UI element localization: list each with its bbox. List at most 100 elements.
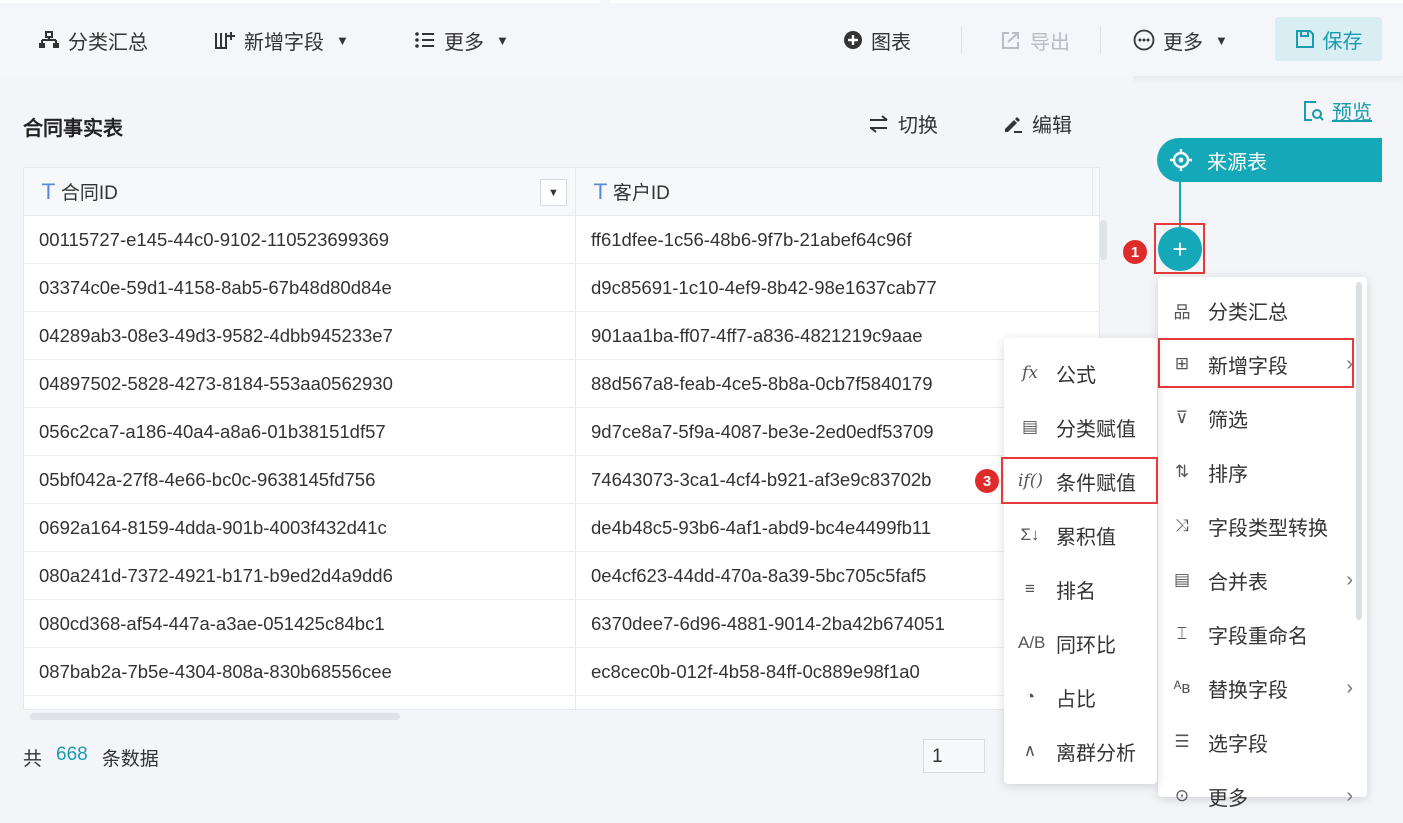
menu-item-merge[interactable]: ▤ 合并表 › [1158, 553, 1367, 607]
cell-customer-id: 74643073-3ca1-4cf4-b921-af3e9c83702b [591, 469, 932, 490]
table-row[interactable]: 080a241d-7372-4921-b171-b9ed2d4a9dd6 0e4c… [24, 552, 1099, 600]
edit-label: 编辑 [1032, 115, 1072, 137]
table-row[interactable]: 087bab2a-7b5e-4304-808a-830b68556cee ec8c… [24, 648, 1099, 696]
column-header-contract-id[interactable]: T 合同ID [42, 168, 118, 215]
menu-item-label: 替换字段 [1208, 679, 1288, 702]
export-button[interactable]: 导出 [1000, 26, 1070, 54]
table-row[interactable]: 04897502-5828-4273-8184-553aa0562930 88d5… [24, 360, 1099, 408]
chart-button[interactable]: 图表 [843, 26, 911, 54]
menu-item-cumulative[interactable]: Σ↓ 累积值 [1004, 508, 1157, 562]
table-horizontal-scrollbar[interactable] [30, 713, 400, 720]
add-field-button[interactable]: 新增字段 ▼ [214, 26, 349, 54]
table-row[interactable]: 00115727-e145-44c0-9102-110523699369 ff61… [24, 216, 1099, 264]
menu-item-label: 累积值 [1056, 526, 1116, 549]
chevron-right-icon: › [1346, 568, 1353, 591]
menu-item-label: 新增字段 [1208, 355, 1288, 378]
replace-icon: ᴬʙ [1173, 678, 1191, 697]
menu-item-select-field[interactable]: ☰ 选字段 [1158, 715, 1367, 769]
source-table-label: 来源表 [1207, 151, 1267, 174]
menu-item-label: 分类赋值 [1056, 418, 1136, 441]
menu-item-formula[interactable]: fx 公式 [1004, 346, 1157, 400]
cell-contract-id: 087bab2a-7b5e-4304-808a-830b68556cee [39, 661, 392, 682]
menu-item-add-field[interactable]: ⊞ 新增字段 › [1158, 337, 1367, 391]
group-summary-button[interactable]: 分类汇总 [38, 26, 148, 54]
cell-customer-id: 901aa1ba-ff07-4ff7-a836-4821219c9aae [591, 325, 923, 346]
table-row[interactable]: 080cd368-af54-447a-a3ae-051425c84bc1 6370… [24, 600, 1099, 648]
switch-button[interactable]: 切换 [868, 109, 938, 138]
cell-customer-id: 9d7ce8a7-5f9a-4087-be3e-2ed0edf53709 [591, 421, 934, 442]
plus-circle-icon [844, 31, 862, 49]
add-field-icon: ⊞ [1174, 354, 1190, 373]
proportion-icon: ◔ [1024, 687, 1036, 706]
menu-item-label: 分类汇总 [1208, 301, 1288, 324]
export-label: 导出 [1030, 31, 1070, 54]
column-dropdown-button[interactable]: ▼ [540, 179, 567, 206]
menu-item-more[interactable]: ⊙ 更多 › [1158, 769, 1367, 823]
menu-item-label: 合并表 [1208, 571, 1268, 594]
filter-icon: ⊽ [1175, 408, 1189, 427]
edit-button[interactable]: 编辑 [1002, 109, 1072, 138]
table-row[interactable]: 056c2ca7-a186-40a4-a8a6-01b38151df57 9d7c… [24, 408, 1099, 456]
add-field-label: 新增字段 [244, 31, 324, 54]
convert-icon: ⤨ [1175, 516, 1189, 535]
cell-contract-id: 00115727-e145-44c0-9102-110523699369 [39, 229, 390, 250]
table-row[interactable] [24, 696, 1099, 709]
more-right-label: 更多 [1163, 31, 1203, 54]
menu-item-convert[interactable]: ⤨ 字段类型转换 [1158, 499, 1367, 553]
merge-icon: ▤ [1173, 570, 1191, 589]
table-row[interactable]: 0692a164-8159-4dda-901b-4003f432d41c de4b… [24, 504, 1099, 552]
caret-down-icon: ▼ [548, 186, 559, 199]
edit-icon [1005, 116, 1022, 133]
list-icon [415, 32, 434, 48]
source-table-node[interactable]: 来源表 [1157, 138, 1382, 182]
cell-customer-id: d9c85691-1c10-4ef9-8b42-98e1637cab77 [591, 277, 937, 298]
switch-arrows-icon [870, 114, 888, 133]
preview-link[interactable]: 预览 [1302, 96, 1372, 125]
rename-icon: ⌶ [1176, 624, 1188, 643]
target-icon [1170, 149, 1192, 171]
export-icon [1002, 32, 1019, 49]
formula-icon: fx [1022, 363, 1038, 383]
menu-item-ratio[interactable]: A/B 同环比 [1004, 616, 1157, 670]
chevron-right-icon: › [1346, 352, 1353, 375]
more-menu-left[interactable]: 更多 ▼ [414, 26, 509, 54]
table-row[interactable]: 05bf042a-27f8-4e66-bc0c-9638145fd756 7464… [24, 456, 1099, 504]
text-type-icon: T [594, 179, 607, 204]
save-button[interactable]: 保存 [1275, 17, 1382, 61]
menu-item-label: 字段类型转换 [1208, 517, 1328, 540]
table-vertical-scrollbar[interactable] [1100, 220, 1107, 260]
page-number-input[interactable]: 1 [923, 739, 985, 773]
menu-item-condition-assign[interactable]: if() 条件赋值 [1004, 454, 1157, 508]
cell-contract-id: 05bf042a-27f8-4e66-bc0c-9638145fd756 [39, 469, 376, 490]
menu-item-outlier[interactable]: ∧ 离群分析 [1004, 724, 1157, 778]
table-row[interactable]: 03374c0e-59d1-4158-8ab5-67b48d80d84e d9c8… [24, 264, 1099, 312]
menu-item-category-assign[interactable]: ▤ 分类赋值 [1004, 400, 1157, 454]
column-header-customer-id[interactable]: T 客户ID [594, 168, 670, 215]
menu-item-rename[interactable]: ⌶ 字段重命名 [1158, 607, 1367, 661]
cell-contract-id: 056c2ca7-a186-40a4-a8a6-01b38151df57 [39, 421, 386, 442]
menu-item-proportion[interactable]: ◔ 占比 [1004, 670, 1157, 724]
menu-item-label: 同环比 [1056, 634, 1116, 657]
table-row[interactable]: 04289ab3-08e3-49d3-9582-4dbb945233e7 901a… [24, 312, 1099, 360]
menu-item-label: 字段重命名 [1208, 625, 1308, 648]
menu-item-replace[interactable]: ᴬʙ 替换字段 › [1158, 661, 1367, 715]
menu-scrollbar[interactable] [1356, 282, 1362, 620]
add-step-button[interactable]: + [1158, 227, 1202, 271]
menu-item-filter[interactable]: ⊽ 筛选 [1158, 391, 1367, 445]
group-icon [39, 31, 59, 48]
condition-assign-icon: if() [1018, 471, 1043, 491]
save-label: 保存 [1322, 30, 1363, 53]
record-count: 共 668 条数据 [23, 744, 159, 771]
menu-item-rank[interactable]: ≡ 排名 [1004, 562, 1157, 616]
chevron-right-icon: › [1346, 784, 1353, 807]
menu-item-sort[interactable]: ⇅ 排序 [1158, 445, 1367, 499]
operation-menu: 品分类汇总 ⊞ 新增字段 › ⊽ 筛选 ⇅ 排序 ⤨ 字段类型转换 ▤ 合并表 › ⌶ 字段重命名 ᴬʙ 替换字… [1158, 277, 1367, 810]
menu-item-label: 占比 [1056, 688, 1096, 711]
more-dots-icon [1133, 29, 1155, 51]
column-header-label: 合同ID [60, 183, 118, 204]
count-value: 668 [56, 744, 88, 765]
menu-item-group[interactable]: 品分类汇总 [1158, 283, 1367, 337]
more-menu-right[interactable]: 更多 ▼ [1133, 26, 1228, 54]
caret-down-icon: ▼ [336, 32, 349, 48]
caret-down-icon: ▼ [1215, 32, 1228, 48]
